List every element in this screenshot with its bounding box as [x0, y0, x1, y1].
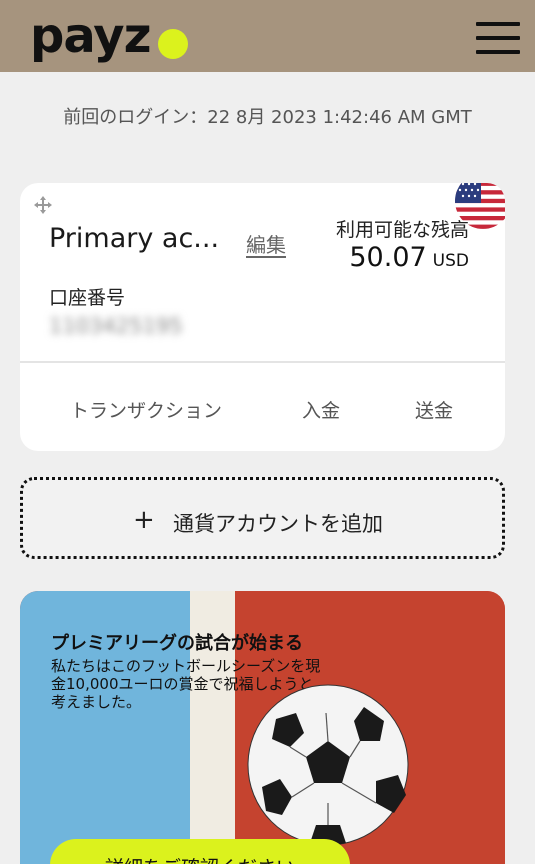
account-number: 1103425195 [49, 314, 183, 338]
add-currency-account-button[interactable]: + 通貨アカウントを追加 [20, 477, 505, 559]
account-name: Primary ac... [49, 223, 220, 254]
account-number-label: 口座番号 [49, 287, 126, 309]
balance-value: 50.07 USD [349, 242, 469, 273]
move-handle-icon[interactable] [34, 196, 52, 214]
plus-icon: + [133, 505, 155, 535]
last-login-text: 前回のログイン：22 8月 2023 1:42:46 AM GMT [63, 107, 472, 128]
payz-logo[interactable]: payz [30, 12, 151, 60]
promo-banner[interactable]: プレミアリーグの試合が始まる 私たちはこのフットボールシーズンを現金10,000… [20, 591, 505, 864]
edit-account-link[interactable]: 編集 [246, 229, 286, 258]
balance-label: 利用可能な残高 [335, 219, 469, 241]
learn-more-button[interactable]: 詳細をご確認ください [50, 839, 350, 864]
card-divider [20, 361, 505, 363]
add-currency-label: 通貨アカウントを追加 [173, 512, 383, 536]
transactions-link[interactable]: トランザクション [70, 396, 222, 423]
hamburger-menu-icon[interactable] [476, 22, 520, 54]
balance-currency: USD [432, 251, 469, 271]
logo-dot [158, 29, 188, 59]
promo-title: プレミアリーグの試合が始まる [51, 633, 303, 654]
balance-amount: 50.07 [349, 242, 427, 273]
deposit-link[interactable]: 入金 [302, 396, 340, 423]
account-card: Primary ac... 編集 利用可能な残高 50.07 USD 口座番号 1… [20, 183, 505, 451]
top-header: payz [0, 0, 535, 72]
soccer-ball-image [247, 684, 409, 847]
send-link[interactable]: 送金 [415, 396, 453, 423]
